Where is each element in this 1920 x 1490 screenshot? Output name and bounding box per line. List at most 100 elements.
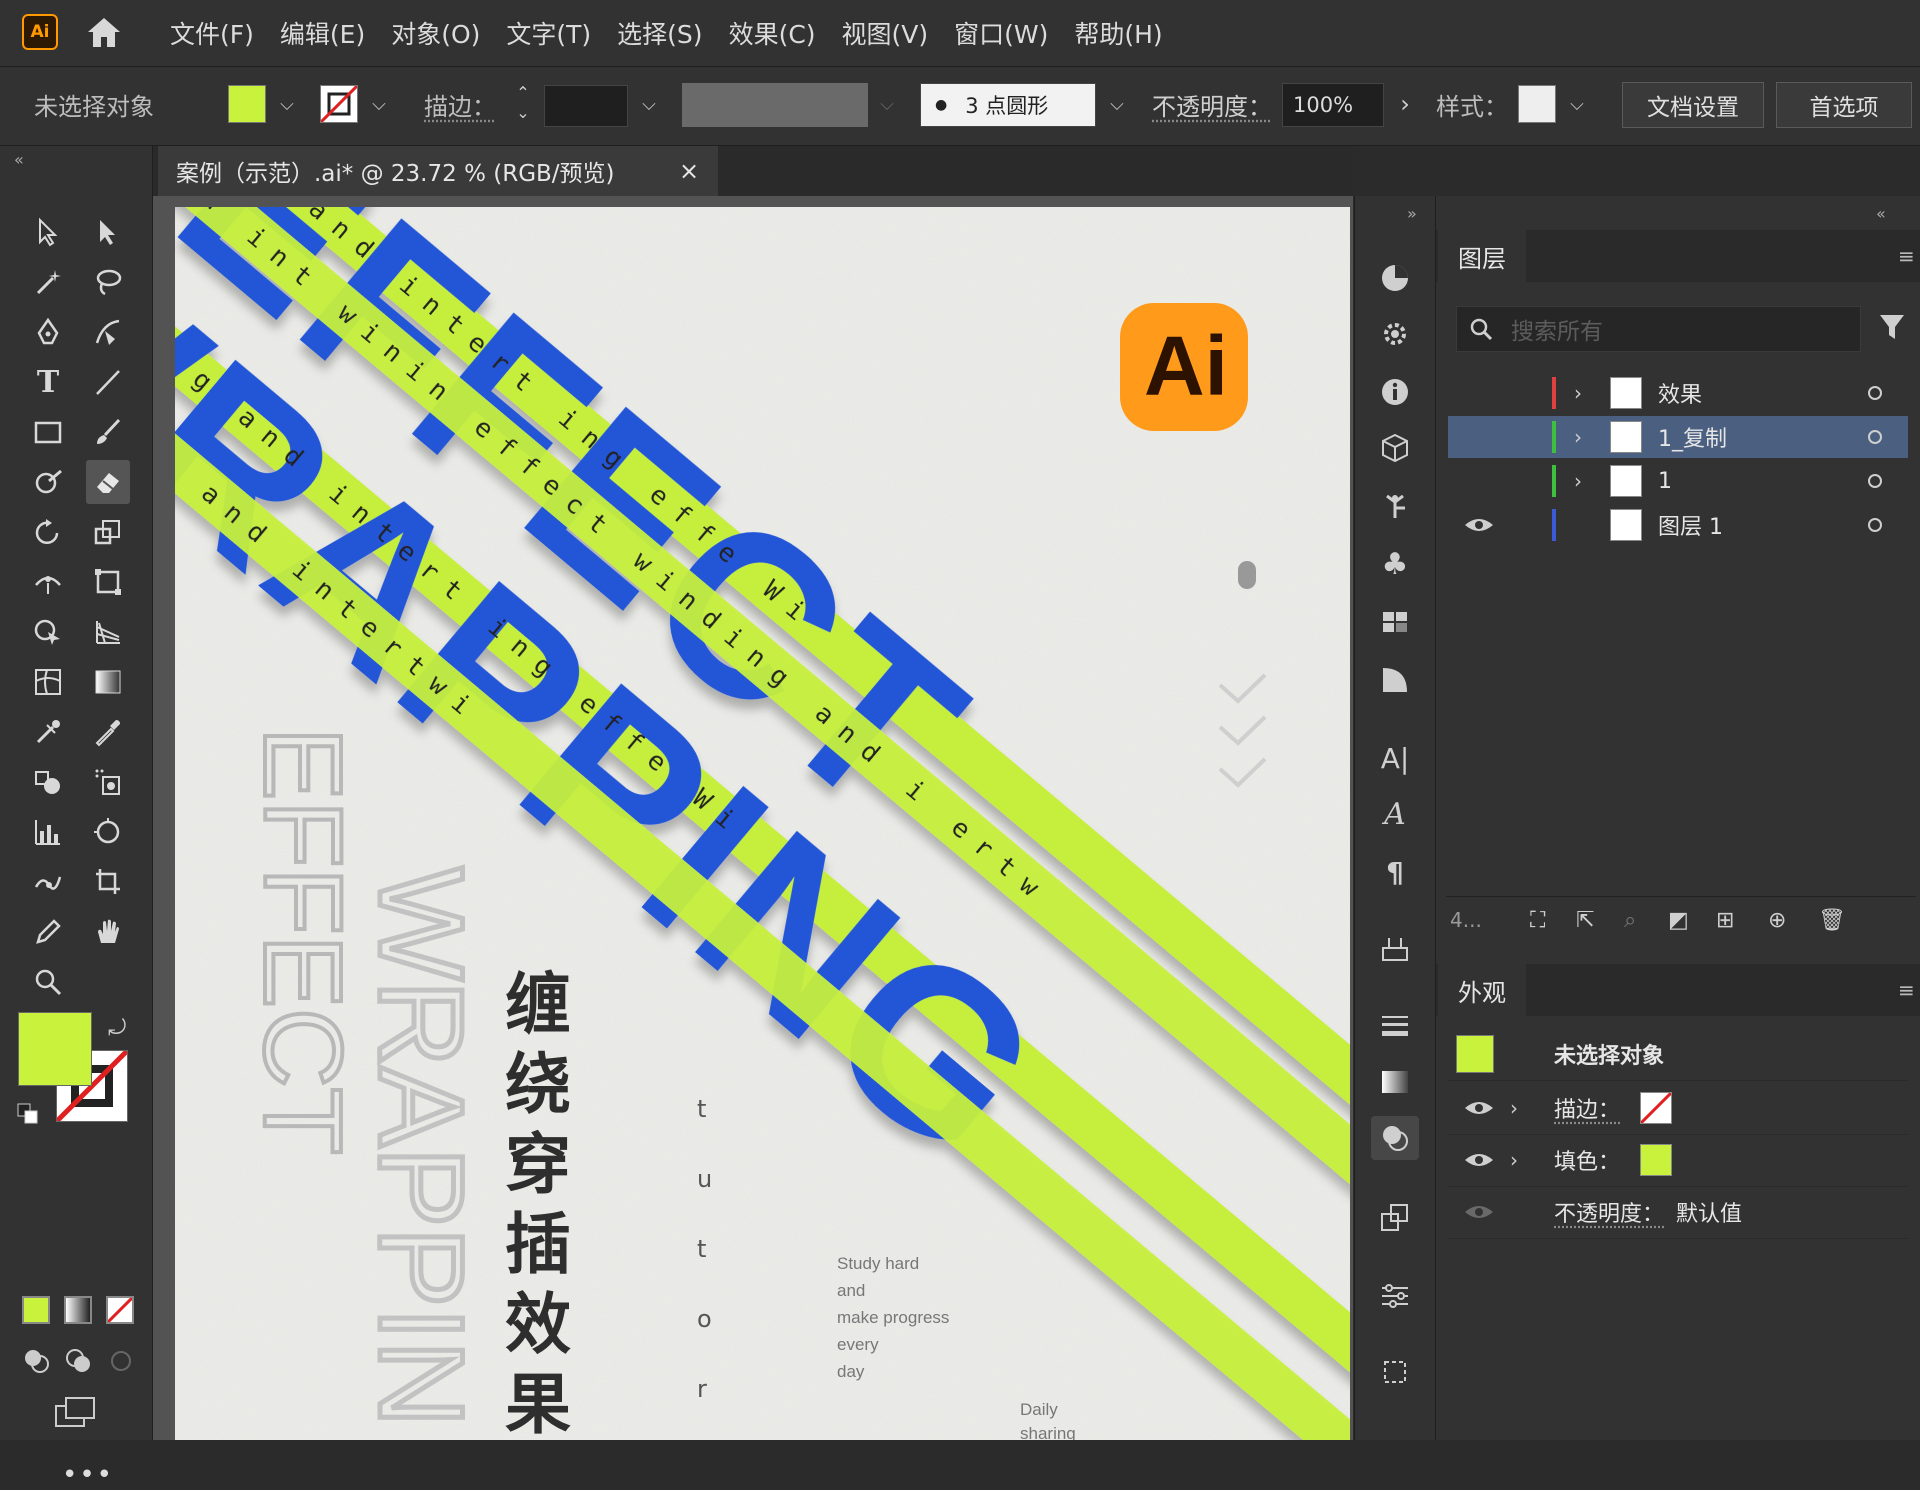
paragraph-icon[interactable]: ¶ [1371, 850, 1419, 894]
appearance-opacity-label[interactable]: 不透明度： [1554, 1196, 1664, 1228]
shaper-tool-icon[interactable] [26, 460, 70, 504]
line-tool-icon[interactable] [86, 360, 130, 404]
collapse-panels-icon[interactable]: « [1876, 204, 1886, 223]
expand-chevron-icon[interactable]: › [1574, 381, 1582, 405]
profile-dropdown-icon[interactable]: ⌵ [872, 85, 902, 123]
style-swatch[interactable] [1518, 85, 1556, 123]
layer-target-icon[interactable] [1868, 474, 1882, 488]
eye-icon[interactable] [1464, 515, 1494, 535]
layer-target-icon[interactable] [1868, 430, 1882, 444]
appearance-stroke-label[interactable]: 描边： [1554, 1092, 1620, 1124]
draw-inside-icon[interactable] [106, 1346, 136, 1376]
fill-swatch[interactable] [228, 85, 266, 123]
transparency-icon[interactable] [1371, 658, 1419, 702]
stroke-weight-dropdown-icon[interactable]: ⌵ [634, 85, 664, 123]
appearance-fill-swatch[interactable] [1640, 1144, 1672, 1176]
appearance-stroke-swatch[interactable] [1640, 1092, 1672, 1124]
gradient-mode-icon[interactable] [64, 1296, 92, 1324]
menu-select[interactable]: 选择(S) [617, 15, 702, 51]
make-clipping-mask-icon[interactable]: ◩ [1668, 908, 1689, 933]
menu-file[interactable]: 文件(F) [170, 15, 254, 51]
rectangle-tool-icon[interactable] [26, 410, 70, 454]
none-mode-icon[interactable] [106, 1296, 134, 1324]
properties-sliders-icon[interactable] [1371, 1274, 1419, 1318]
brush-dropdown-icon[interactable]: ⌵ [1102, 85, 1132, 123]
symbols-club-icon[interactable]: ♣ [1371, 542, 1419, 586]
draw-normal-icon[interactable] [22, 1346, 52, 1376]
stroke-stepper-icon[interactable]: ⌃ ⌄ [508, 83, 538, 127]
layer-row-1[interactable]: › 1 [1448, 460, 1908, 502]
mesh-tool-icon[interactable] [26, 660, 70, 704]
menu-object[interactable]: 对象(O) [391, 15, 480, 51]
glyphs-icon[interactable]: A [1371, 792, 1419, 836]
pencil-tool-icon[interactable] [26, 910, 70, 954]
symbol-sprayer-tool-icon[interactable] [86, 760, 130, 804]
eye-icon[interactable] [1464, 1098, 1494, 1118]
collect-export-icon[interactable]: ⛶ [1530, 908, 1545, 933]
more-tools-icon[interactable]: ••• [62, 1460, 114, 1490]
slice-tool-icon[interactable] [26, 860, 70, 904]
brush-definition[interactable]: ● 3 点圆形 [920, 83, 1096, 127]
locate-object-icon[interactable]: ⌕ [1624, 908, 1636, 933]
expand-chevron-icon[interactable]: › [1574, 425, 1582, 449]
magic-wand-tool-icon[interactable] [26, 260, 70, 304]
pen-tool-icon[interactable] [26, 310, 70, 354]
paintbrush-tool-icon[interactable] [86, 410, 130, 454]
swap-colors-icon[interactable]: ⤾ [108, 1016, 126, 1041]
gradient-panel-icon[interactable] [1371, 1060, 1419, 1104]
home-icon[interactable] [84, 14, 124, 50]
direct-selection-tool-icon[interactable] [86, 210, 130, 254]
draw-behind-icon[interactable] [64, 1346, 94, 1376]
type-tool-icon[interactable]: T [26, 360, 70, 404]
appearance-opacity-row[interactable]: 不透明度： 默认值 [1448, 1186, 1908, 1239]
eyedropper-tool-icon[interactable] [86, 710, 130, 754]
appearance-panel-icon[interactable] [1371, 1116, 1419, 1160]
appearance-stroke-row[interactable]: › 描边： [1448, 1082, 1908, 1135]
zoom-tool-icon[interactable] [26, 960, 70, 1004]
align-icon[interactable] [1371, 1350, 1419, 1394]
document-tab[interactable]: 案例（示范）.ai* @ 23.72 % (RGB/预览) [158, 146, 718, 196]
opacity-input[interactable]: 100% [1282, 83, 1384, 127]
close-tab-icon[interactable]: × [672, 146, 706, 196]
layer-row-copy[interactable]: › 1_复制 [1448, 416, 1908, 458]
opacity-chevron-icon[interactable]: › [1390, 85, 1420, 123]
shape-builder-tool-icon[interactable] [26, 610, 70, 654]
eye-icon[interactable] [1464, 1202, 1494, 1222]
eye-icon[interactable] [1464, 1150, 1494, 1170]
blend-tool-icon[interactable] [26, 760, 70, 804]
appearance-menu-icon[interactable]: ≡ [1898, 978, 1915, 1002]
filter-icon[interactable] [1878, 312, 1906, 342]
appearance-fill-row[interactable]: › 填色： [1448, 1134, 1908, 1187]
column-graph-tool-icon[interactable] [26, 810, 70, 854]
stroke-weight-input[interactable] [544, 85, 628, 127]
color-guide-icon[interactable] [1371, 256, 1419, 300]
free-transform-tool-icon[interactable] [86, 560, 130, 604]
new-layer-icon[interactable]: ⊕ [1768, 908, 1786, 933]
fill-dropdown-icon[interactable]: ⌵ [272, 85, 302, 123]
tab-layers[interactable]: 图层 [1438, 230, 1526, 282]
swatches-grid-icon[interactable] [1371, 600, 1419, 644]
layer-row-layer1[interactable]: 图层 1 [1448, 504, 1908, 546]
stroke-dropdown-icon[interactable]: ⌵ [364, 85, 394, 123]
hand-tool-icon[interactable] [86, 910, 130, 954]
expand-chevron-icon[interactable]: › [1574, 469, 1582, 493]
info-icon[interactable] [1371, 370, 1419, 414]
3d-cube-icon[interactable] [1371, 426, 1419, 470]
layers-menu-icon[interactable]: ≡ [1898, 244, 1915, 268]
puppet-warp-icon[interactable] [1371, 484, 1419, 528]
brushes-gear-icon[interactable] [1371, 312, 1419, 356]
eyedropper-blend-tool-icon[interactable] [26, 710, 70, 754]
eraser-tool-icon[interactable] [86, 460, 130, 504]
preferences-button[interactable]: 首选项 [1776, 82, 1912, 128]
perspective-grid-tool-icon[interactable] [86, 610, 130, 654]
rotate-tool-icon[interactable] [26, 510, 70, 554]
new-sublayer-icon[interactable]: ⊞ [1716, 908, 1734, 933]
menu-effect[interactable]: 效果(C) [729, 15, 816, 51]
crop-tool-icon[interactable] [86, 860, 130, 904]
tab-appearance[interactable]: 外观 [1438, 964, 1526, 1016]
style-dropdown-icon[interactable]: ⌵ [1562, 85, 1592, 123]
layers-search-input[interactable]: 搜索所有 [1456, 306, 1861, 352]
selection-tool-icon[interactable] [26, 210, 70, 254]
stroke-swatch[interactable] [320, 85, 358, 123]
collapse-toolbar-icon[interactable]: « [14, 150, 24, 169]
